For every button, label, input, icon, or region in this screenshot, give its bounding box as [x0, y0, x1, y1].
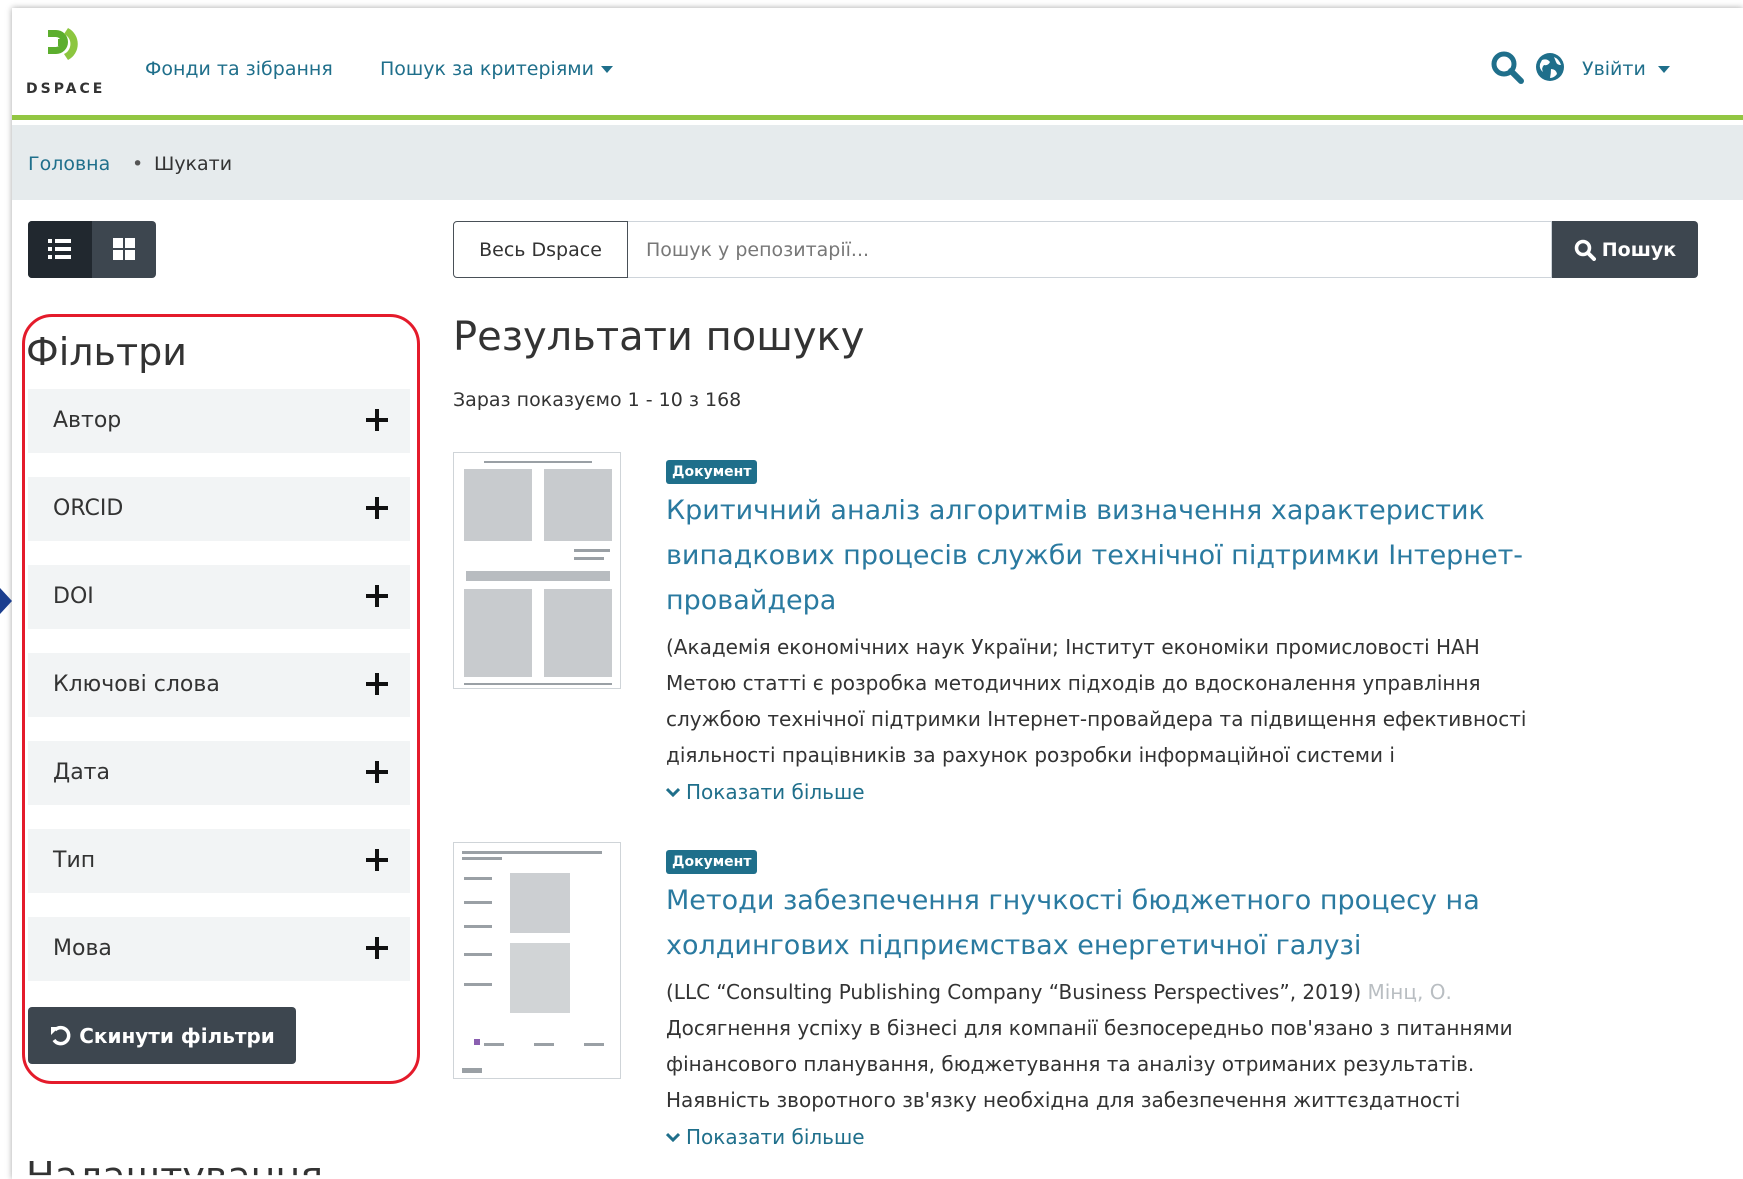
dspace-logo[interactable]: DSPACE [26, 26, 116, 97]
dspace-logo-icon [48, 28, 78, 60]
grid-view-button[interactable] [92, 221, 156, 278]
chevron-down-icon [1657, 66, 1670, 73]
nav-browse-dropdown[interactable]: Пошук за критеріями [380, 58, 613, 80]
document-thumbnail-image [454, 843, 620, 1078]
filter-label: ORCID [53, 496, 124, 521]
result-abstract: Метою статті є розробка методичних підхо… [666, 665, 1527, 773]
filter-orcid[interactable]: ORCID [28, 477, 410, 541]
result-metadata: (LLC “Consulting Publishing Company “Bus… [666, 974, 1452, 1010]
grid-view-icon [113, 238, 135, 260]
result-abstract: Досягнення успіху в бізнесі для компанії… [666, 1010, 1513, 1118]
result-title-link[interactable]: Критичний аналіз алгоритмів визначення х… [666, 488, 1523, 623]
globe-icon[interactable] [1534, 51, 1566, 83]
plus-icon [364, 847, 390, 873]
breadcrumb-current: Шукати [154, 153, 233, 175]
chevron-down-icon [600, 66, 613, 73]
title-line: холдингових підприємствах енергетичної г… [666, 930, 1362, 961]
abstract-line: Досягнення успіху в бізнесі для компанії… [666, 1016, 1513, 1040]
search-input[interactable] [628, 221, 1552, 278]
search-button-label: Пошук [1601, 238, 1677, 261]
list-view-button[interactable] [28, 221, 92, 278]
reset-filters-label: Скинути фільтри [79, 1023, 275, 1048]
search-button[interactable]: Пошук [1552, 221, 1698, 278]
filter-keywords[interactable]: Ключові слова [28, 653, 410, 717]
filter-label: Тип [53, 848, 96, 873]
settings-heading: Налаштування [26, 1154, 324, 1179]
abstract-line: Наявність зворотного зв'язку необхідна д… [666, 1088, 1461, 1112]
abstract-line: фінансового планування, бюджетування та … [666, 1052, 1475, 1076]
abstract-line: діяльності працівників за рахунок розроб… [666, 743, 1395, 767]
document-thumbnail-image [454, 453, 620, 688]
site-header: DSPACE Фонди та зібрання Пошук за критер… [12, 8, 1743, 120]
chevron-down-icon [666, 787, 680, 797]
filter-label: Мова [53, 936, 112, 961]
show-more-label: Показати більше [686, 780, 865, 804]
list-view-icon [48, 239, 71, 259]
results-heading: Результати пошуку [453, 314, 865, 360]
nav-communities-link[interactable]: Фонди та зібрання [145, 58, 333, 80]
search-icon[interactable] [1490, 50, 1524, 84]
annotation-arrow-icon [0, 588, 12, 614]
search-scope-button[interactable]: Весь Dspace [453, 221, 628, 278]
plus-icon [364, 583, 390, 609]
login-label: Увійти [1582, 58, 1646, 80]
filter-author[interactable]: Автор [28, 389, 410, 453]
abstract-line: Метою статті є розробка методичних підхо… [666, 671, 1481, 695]
filter-doi[interactable]: DOI [28, 565, 410, 629]
plus-icon [364, 759, 390, 785]
show-more-label: Показати більше [686, 1125, 865, 1149]
browser-frame: DSPACE Фонди та зібрання Пошук за критер… [12, 8, 1743, 1179]
breadcrumb-home-link[interactable]: Головна [28, 153, 110, 175]
result-author: Мінц, О. [1367, 980, 1452, 1004]
filter-date[interactable]: Дата [28, 741, 410, 805]
filter-label: Автор [53, 408, 122, 433]
result-publisher: (Академія економічних наук України; Інст… [666, 635, 1480, 659]
title-line: Критичний аналіз алгоритмів визначення х… [666, 495, 1485, 526]
reset-filters-button[interactable]: Скинути фільтри [28, 1007, 296, 1064]
logo-text: DSPACE [26, 81, 106, 97]
breadcrumb-separator: • [132, 153, 144, 175]
breadcrumb: Головна • Шукати [12, 125, 1743, 200]
title-line: Методи забезпечення гнучкості бюджетного… [666, 885, 1480, 916]
login-dropdown[interactable]: Увійти [1582, 58, 1670, 80]
result-metadata: (Академія економічних наук України; Інст… [666, 629, 1480, 665]
show-more-link[interactable]: Показати більше [666, 1125, 865, 1149]
title-line: провайдера [666, 585, 837, 616]
filter-type[interactable]: Тип [28, 829, 410, 893]
result-thumbnail[interactable] [453, 842, 621, 1079]
search-icon [1574, 239, 1596, 261]
result-thumbnail[interactable] [453, 452, 621, 689]
filter-label: Ключові слова [53, 672, 220, 697]
undo-icon [51, 1025, 71, 1045]
results-count: Зараз показуємо 1 - 10 з 168 [453, 389, 742, 411]
chevron-down-icon [666, 1132, 680, 1142]
show-more-link[interactable]: Показати більше [666, 780, 865, 804]
filter-label: DOI [53, 584, 94, 609]
filter-label: Дата [53, 760, 110, 785]
plus-icon [364, 671, 390, 697]
plus-icon [364, 495, 390, 521]
item-type-badge: Документ [666, 850, 758, 874]
title-line: випадкових процесів служби технічної під… [666, 540, 1524, 571]
plus-icon [364, 935, 390, 961]
filter-language[interactable]: Мова [28, 917, 410, 981]
item-type-badge: Документ [666, 460, 758, 484]
result-title-link[interactable]: Методи забезпечення гнучкості бюджетного… [666, 878, 1480, 968]
plus-icon [364, 407, 390, 433]
filters-heading: Фільтри [26, 330, 187, 374]
view-mode-toggle [28, 221, 156, 278]
result-publisher: (LLC “Consulting Publishing Company “Bus… [666, 980, 1362, 1004]
nav-browse-label: Пошук за критеріями [380, 58, 594, 80]
abstract-line: службою технічної підтримки Інтернет-про… [666, 707, 1527, 731]
